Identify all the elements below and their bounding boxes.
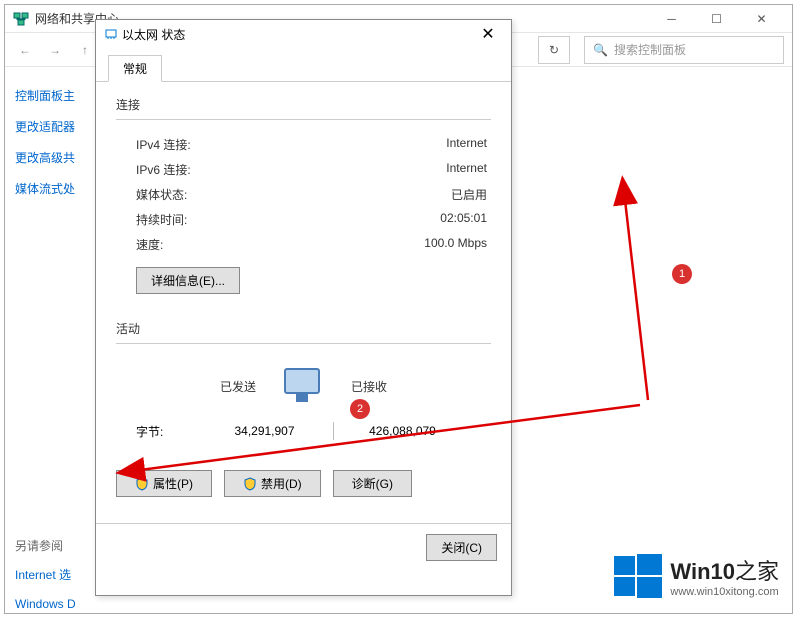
shield-icon	[243, 477, 257, 491]
sidebar-link-change-advanced[interactable]: 更改高级共	[15, 149, 97, 166]
ipv6-value: Internet	[446, 161, 487, 178]
watermark-title: Win10之家	[670, 554, 779, 586]
properties-button-label: 属性(P)	[153, 475, 193, 492]
duration-label: 持续时间:	[136, 211, 187, 228]
see-also-heading: 另请参阅	[15, 537, 97, 554]
watermark-url: www.win10xitong.com	[670, 586, 779, 598]
speed-label: 速度:	[136, 236, 163, 253]
activity-section-heading: 活动	[116, 320, 491, 337]
close-button[interactable]: ✕	[739, 6, 784, 32]
tab-strip: 常规	[96, 48, 511, 82]
back-button[interactable]: ←	[13, 38, 37, 62]
search-input[interactable]: 🔍 搜索控制面板	[584, 36, 784, 64]
up-button[interactable]: ↑	[73, 38, 97, 62]
diagnose-button[interactable]: 诊断(G)	[333, 470, 412, 497]
watermark: Win10之家 www.win10xitong.com	[614, 552, 779, 600]
properties-button[interactable]: 属性(P)	[116, 470, 212, 497]
sent-label: 已发送	[136, 378, 256, 395]
network-activity-icon	[274, 364, 334, 408]
windows-logo-icon	[614, 552, 662, 600]
connection-section-heading: 连接	[116, 96, 491, 113]
ipv4-label: IPv4 连接:	[136, 136, 191, 153]
sidebar: 控制面板主 更改适配器 更改高级共 媒体流式处 另请参阅 Internet 选 …	[5, 67, 97, 613]
refresh-button[interactable]: ↻	[538, 36, 570, 64]
ethernet-status-dialog: 以太网 状态 ✕ 常规 连接 IPv4 连接: Internet IPv6 连接:…	[95, 19, 512, 596]
search-placeholder: 搜索控制面板	[614, 41, 686, 58]
disable-button-label: 禁用(D)	[261, 475, 302, 492]
disable-button[interactable]: 禁用(D)	[224, 470, 321, 497]
annotation-badge-1: 1	[672, 264, 692, 284]
dialog-title: 以太网 状态	[118, 26, 473, 43]
bytes-received-value: 426,088,079	[334, 424, 471, 438]
received-label: 已接收	[351, 378, 471, 395]
duration-value: 02:05:01	[440, 211, 487, 228]
sidebar-link-change-adapter[interactable]: 更改适配器	[15, 118, 97, 135]
search-icon: 🔍	[593, 43, 608, 57]
speed-value: 100.0 Mbps	[424, 236, 487, 253]
media-state-value: 已启用	[451, 186, 487, 203]
dialog-close-button[interactable]: ✕	[473, 22, 503, 46]
close-dialog-button[interactable]: 关闭(C)	[426, 534, 497, 561]
ipv4-value: Internet	[446, 136, 487, 153]
network-center-icon	[13, 11, 29, 27]
dialog-ethernet-icon	[104, 27, 118, 41]
sidebar-link-control-panel-home[interactable]: 控制面板主	[15, 87, 97, 104]
forward-button[interactable]: →	[43, 38, 67, 62]
sidebar-link-windows-defender[interactable]: Windows D	[15, 597, 97, 611]
tab-general[interactable]: 常规	[108, 55, 162, 82]
details-button[interactable]: 详细信息(E)...	[136, 267, 240, 294]
bytes-sent-value: 34,291,907	[196, 424, 333, 438]
media-state-label: 媒体状态:	[136, 186, 187, 203]
annotation-badge-2: 2	[350, 399, 370, 419]
ipv6-label: IPv6 连接:	[136, 161, 191, 178]
minimize-button[interactable]: ─	[649, 6, 694, 32]
dialog-titlebar: 以太网 状态 ✕	[96, 20, 511, 48]
divider	[116, 119, 491, 120]
divider	[116, 343, 491, 344]
bytes-label: 字节:	[136, 423, 196, 440]
sidebar-link-media-streaming[interactable]: 媒体流式处	[15, 180, 97, 197]
shield-icon	[135, 477, 149, 491]
sidebar-link-internet-options[interactable]: Internet 选	[15, 566, 97, 583]
maximize-button[interactable]: ☐	[694, 6, 739, 32]
